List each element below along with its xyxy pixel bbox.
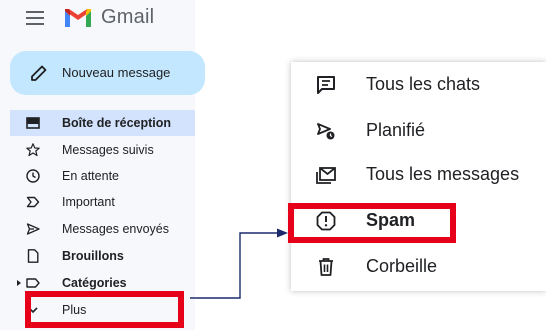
- star-icon: [26, 143, 40, 157]
- sidebar-item-label: Boîte de réception: [62, 116, 172, 130]
- gmail-logo[interactable]: Gmail: [63, 6, 154, 29]
- chat-icon: [317, 76, 335, 94]
- sidebar-item-label: Messages suivis: [62, 143, 154, 157]
- menu-item-scheduled[interactable]: Planifié: [291, 110, 546, 150]
- sidebar-item-categories[interactable]: Catégories: [10, 270, 195, 296]
- menu-item-label: Planifié: [366, 120, 426, 140]
- inbox-icon: [26, 117, 40, 129]
- menu-item-trash[interactable]: Corbeille: [291, 246, 546, 286]
- sidebar-item-more[interactable]: Plus: [10, 297, 195, 323]
- sidebar-item-label: Important: [62, 195, 115, 209]
- scheduled-send-icon: [317, 123, 335, 140]
- menu-item-all-mail[interactable]: Tous les messages: [291, 154, 546, 194]
- label-icon: [26, 278, 40, 288]
- hamburger-menu-icon[interactable]: [26, 11, 44, 25]
- menu-item-label: Tous les chats: [366, 74, 481, 94]
- sidebar-item-starred[interactable]: Messages suivis: [10, 137, 195, 163]
- more-menu-panel: Tous les chats Planifié Tous les message…: [291, 62, 546, 291]
- pencil-icon: [31, 65, 47, 81]
- compose-button[interactable]: Nouveau message: [10, 51, 205, 95]
- menu-item-label: Corbeille: [366, 256, 438, 276]
- chevron-down-icon: [28, 307, 38, 314]
- clock-icon: [26, 169, 40, 183]
- app-name: Gmail: [101, 6, 155, 28]
- menu-item-all-chats[interactable]: Tous les chats: [291, 64, 546, 104]
- compose-label: Nouveau message: [62, 65, 171, 80]
- sidebar-item-label: En attente: [62, 169, 119, 183]
- sidebar-item-label: Messages envoyés: [62, 222, 170, 236]
- all-mail-icon: [316, 167, 336, 184]
- send-icon: [26, 223, 40, 235]
- sidebar-item-important[interactable]: Important: [10, 189, 195, 215]
- menu-item-spam[interactable]: Spam: [291, 200, 546, 240]
- sidebar-item-label: Catégories: [62, 276, 127, 290]
- sidebar-item-snoozed[interactable]: En attente: [10, 163, 195, 189]
- gmail-logo-icon: [65, 8, 91, 27]
- trash-icon: [319, 258, 333, 276]
- sidebar-item-sent[interactable]: Messages envoyés: [10, 216, 195, 242]
- menu-item-label: Spam: [366, 210, 416, 230]
- sidebar-item-inbox[interactable]: Boîte de réception: [10, 110, 195, 136]
- sidebar-item-label: Brouillons: [62, 249, 124, 263]
- sidebar-item-label: Plus: [62, 303, 87, 317]
- sidebar-item-drafts[interactable]: Brouillons: [10, 243, 195, 269]
- spam-icon: [316, 211, 336, 231]
- important-icon: [26, 196, 40, 208]
- menu-item-label: Tous les messages: [366, 164, 520, 184]
- draft-icon: [27, 249, 39, 263]
